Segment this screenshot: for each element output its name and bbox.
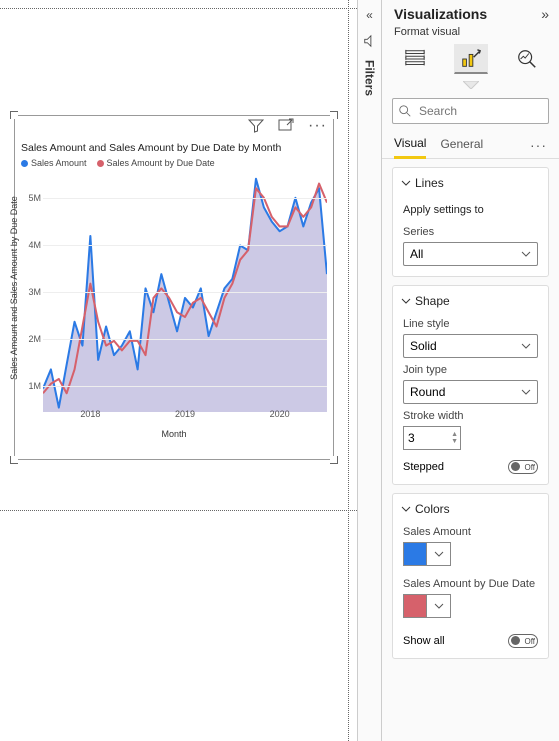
collapsed-filters-pane: « Filters xyxy=(357,0,381,741)
legend-item[interactable]: Sales Amount xyxy=(21,158,87,168)
legend-marker xyxy=(21,160,28,167)
stroke-width-input[interactable]: 3 ▲▼ xyxy=(403,426,461,450)
x-axis-label: Month xyxy=(15,429,333,439)
legend-item[interactable]: Sales Amount by Due Date xyxy=(97,158,215,168)
apply-settings-label: Apply settings to xyxy=(393,194,548,220)
line-style-select[interactable]: Solid xyxy=(403,334,538,358)
chevron-down-icon xyxy=(401,296,411,306)
chevron-down-icon xyxy=(434,549,444,559)
color-swatch[interactable] xyxy=(403,594,427,618)
color-dropdown[interactable] xyxy=(427,594,451,618)
chart-title: Sales Amount and Sales Amount by Due Dat… xyxy=(15,116,333,156)
spin-arrows[interactable]: ▲▼ xyxy=(451,431,458,445)
x-axis: 201820192020 xyxy=(43,407,327,427)
legend-label: Sales Amount xyxy=(31,158,87,168)
analytics-button[interactable] xyxy=(510,44,544,74)
resize-handle[interactable] xyxy=(330,456,338,464)
report-canvas[interactable]: ··· Sales Amount and Sales Amount by Due… xyxy=(0,0,357,741)
show-all-label: Show all xyxy=(403,635,445,647)
canvas-boundary-top xyxy=(0,8,357,9)
lines-card-header[interactable]: Lines xyxy=(393,168,548,194)
chevron-down-icon xyxy=(401,504,411,514)
filters-pane-icon[interactable] xyxy=(363,34,377,48)
color-series-label: Sales Amount by Due Date xyxy=(393,572,548,592)
pane-title: Visualizations xyxy=(394,6,487,22)
search-wrapper xyxy=(392,98,549,124)
card-title: Lines xyxy=(415,176,444,190)
stepped-toggle[interactable]: Off xyxy=(508,460,538,474)
chevron-down-icon xyxy=(521,387,531,397)
search-icon xyxy=(398,104,412,118)
color-series-label: Sales Amount xyxy=(393,520,548,540)
pane-subtitle: Format visual xyxy=(382,22,559,44)
legend-marker xyxy=(97,160,104,167)
build-visual-button[interactable] xyxy=(398,44,432,74)
color-swatch[interactable] xyxy=(403,542,427,566)
resize-handle[interactable] xyxy=(10,111,18,119)
color-dropdown[interactable] xyxy=(427,542,451,566)
resize-handle[interactable] xyxy=(330,111,338,119)
select-value: All xyxy=(410,247,423,261)
filters-pane-label[interactable]: Filters xyxy=(363,60,377,96)
chevron-down-icon xyxy=(401,178,411,188)
stepped-label: Stepped xyxy=(403,461,444,473)
canvas-boundary-right xyxy=(348,0,349,741)
join-type-select[interactable]: Round xyxy=(403,380,538,404)
toggle-state: Off xyxy=(524,637,535,646)
show-all-toggle[interactable]: Off xyxy=(508,634,538,648)
lines-card: Lines Apply settings to Series All xyxy=(392,167,549,277)
chevron-down-icon xyxy=(521,341,531,351)
format-visual-button[interactable] xyxy=(454,44,488,74)
tab-visual[interactable]: Visual xyxy=(394,132,426,159)
expand-chevron-icon[interactable]: » xyxy=(541,6,549,22)
resize-handle[interactable] xyxy=(10,456,18,464)
line-chart-visual[interactable]: Sales Amount and Sales Amount by Due Dat… xyxy=(14,115,334,460)
tab-general[interactable]: General xyxy=(440,133,483,157)
card-title: Colors xyxy=(415,502,450,516)
format-search-input[interactable] xyxy=(392,98,549,124)
series-label: Series xyxy=(393,220,548,240)
colors-card: Colors Sales Amount Sales Amount by Due … xyxy=(392,493,549,659)
chart-lines xyxy=(43,174,327,412)
y-axis: 1M2M3M4M5M xyxy=(15,174,43,409)
shape-card-header[interactable]: Shape xyxy=(393,286,548,312)
active-tab-indicator xyxy=(382,76,559,94)
visualizations-pane: Visualizations » Format visual Visual Ge… xyxy=(381,0,559,741)
series-select[interactable]: All xyxy=(403,242,538,266)
colors-card-header[interactable]: Colors xyxy=(393,494,548,520)
line-style-label: Line style xyxy=(393,312,548,332)
toggle-state: Off xyxy=(524,463,535,472)
tabs-more-icon[interactable]: ··· xyxy=(530,137,547,153)
chevron-down-icon xyxy=(521,249,531,259)
select-value: Round xyxy=(410,385,445,399)
chevron-down-icon xyxy=(434,601,444,611)
legend-label: Sales Amount by Due Date xyxy=(107,158,215,168)
join-type-label: Join type xyxy=(393,358,548,378)
select-value: Solid xyxy=(410,339,437,353)
chart-legend: Sales Amount Sales Amount by Due Date xyxy=(15,156,333,168)
chart-plot-area: 1M2M3M4M5M xyxy=(43,174,327,409)
stroke-width-label: Stroke width xyxy=(393,404,548,424)
format-tabs: Visual General ··· xyxy=(382,132,559,159)
card-title: Shape xyxy=(415,294,450,308)
shape-card: Shape Line style Solid Join type Round S… xyxy=(392,285,549,485)
spin-value: 3 xyxy=(408,431,415,445)
collapse-chevron-icon[interactable]: « xyxy=(366,8,373,22)
canvas-boundary-bottom xyxy=(0,510,357,511)
